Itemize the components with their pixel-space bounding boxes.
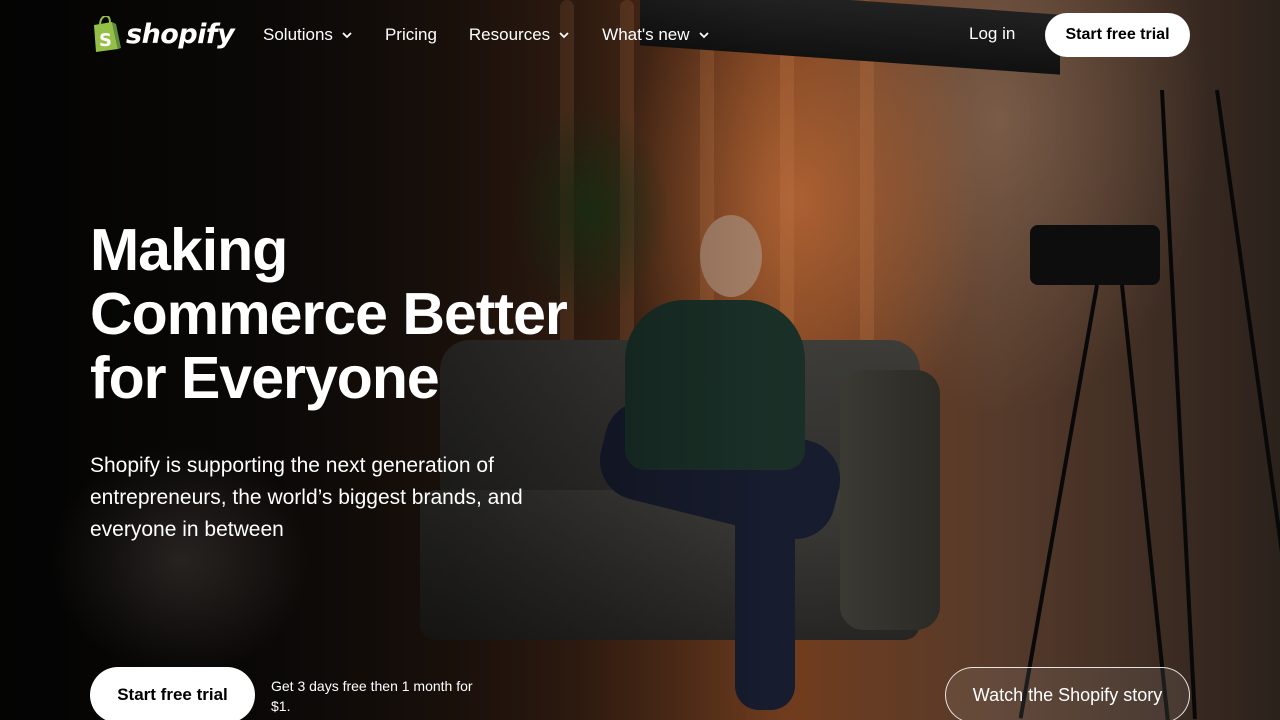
chevron-down-icon — [698, 32, 709, 39]
site-header: S shopify Solutions Pricing Resources Wh… — [0, 0, 1280, 70]
start-free-trial-button[interactable]: Start free trial — [1045, 13, 1190, 57]
nav-item-resources[interactable]: Resources — [469, 24, 570, 46]
logo[interactable]: S shopify — [90, 14, 235, 52]
nav-item-solutions[interactable]: Solutions — [263, 24, 353, 46]
main-nav: Solutions Pricing Resources What's new — [263, 24, 710, 46]
hero-subtext: Shopify is supporting the next generatio… — [90, 454, 523, 541]
nav-item-label: What's new — [602, 25, 690, 44]
logo-wordmark: shopify — [126, 18, 235, 50]
watch-story-button[interactable]: Watch the Shopify story — [945, 667, 1190, 720]
nav-item-label: Resources — [468, 25, 551, 44]
trial-offer-note: Get 3 days free then 1 month for $1. — [271, 678, 473, 714]
shopping-bag-icon: S — [90, 14, 122, 52]
login-link[interactable]: Log in — [969, 24, 1015, 44]
hero-headline: Making Commerce Better for Everyone — [90, 217, 568, 411]
hero-start-free-trial-button[interactable]: Start free trial — [90, 667, 255, 720]
svg-text:S: S — [99, 30, 112, 51]
nav-item-whats-new[interactable]: What's new — [602, 24, 709, 46]
nav-item-label: Solutions — [263, 25, 333, 44]
chevron-down-icon — [559, 32, 569, 39]
nav-item-label: Pricing — [384, 25, 437, 44]
chevron-down-icon — [342, 32, 352, 39]
nav-item-pricing[interactable]: Pricing — [385, 24, 437, 46]
